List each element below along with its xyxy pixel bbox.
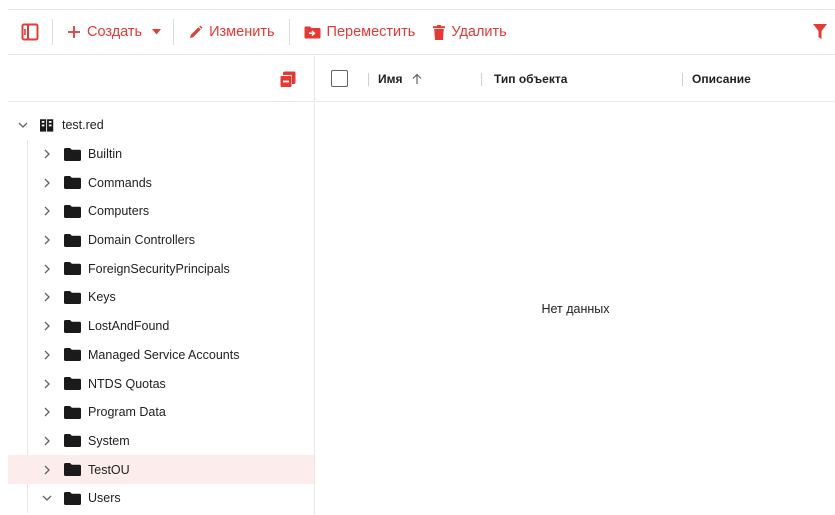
sidebar-toggle-button[interactable]: [8, 10, 52, 54]
column-header-type[interactable]: Тип объекта: [494, 56, 567, 102]
chevron-right-icon[interactable]: [40, 377, 54, 391]
tree-node[interactable]: Builtin: [8, 140, 314, 169]
tree-node[interactable]: ForeignSecurityPrincipals: [8, 254, 314, 283]
tree-node-label: Managed Service Accounts: [88, 347, 240, 362]
caret-down-icon: [152, 29, 162, 35]
edit-button-label: Изменить: [209, 24, 275, 40]
folder-icon: [64, 147, 81, 161]
folder-icon: [64, 348, 81, 362]
chevron-right-icon[interactable]: [40, 463, 54, 477]
tree-root-node[interactable]: test.red: [8, 111, 314, 140]
tree-node-label: Domain Controllers: [88, 233, 195, 248]
tree-node[interactable]: Users: [8, 484, 314, 513]
tree-node-label: Program Data: [88, 405, 166, 420]
folder-icon: [64, 262, 81, 276]
table-header: Имя Тип объекта Описание: [316, 56, 835, 102]
folder-icon: [64, 319, 81, 333]
chevron-right-icon[interactable]: [40, 290, 54, 304]
chevron-right-icon[interactable]: [40, 348, 54, 362]
tree-node[interactable]: Managed Service Accounts: [8, 341, 314, 370]
tree-node-label: Commands: [88, 175, 152, 190]
chevron-down-icon[interactable]: [40, 491, 54, 505]
tree-node-label: TestOU: [88, 462, 130, 477]
column-header-name[interactable]: Имя: [378, 56, 423, 102]
folder-icon: [64, 434, 81, 448]
sort-arrow-up-icon[interactable]: [411, 73, 423, 85]
column-divider: [481, 73, 482, 86]
pencil-icon: [190, 25, 203, 38]
chevron-right-icon[interactable]: [40, 262, 54, 276]
tree-node[interactable]: Computers: [8, 197, 314, 226]
filter-icon: [813, 24, 827, 39]
folder-icon: [64, 176, 81, 190]
objects-table: Имя Тип объекта Описание Нет данных: [316, 56, 835, 515]
column-header-description[interactable]: Описание: [692, 56, 751, 102]
tree-node-label: Computers: [88, 204, 150, 219]
tree-children: Builtin Commands Computers Domain Controlle…: [8, 139, 314, 513]
create-button-label: Создать: [87, 24, 143, 40]
tree-node-label: LostAndFound: [88, 319, 170, 334]
empty-state-text: Нет данных: [541, 302, 610, 316]
folder-icon: [64, 204, 81, 218]
folder-icon: [64, 377, 81, 391]
folder-icon: [64, 233, 81, 247]
tree-node[interactable]: Commands: [8, 168, 314, 197]
tree-panel: test.red Builtin Commands Computers Domain …: [8, 56, 315, 515]
tree-root-label: test.red: [62, 118, 104, 133]
chevron-right-icon[interactable]: [40, 319, 54, 333]
chevron-right-icon[interactable]: [40, 176, 54, 190]
sidebar-toggle-icon: [21, 23, 39, 41]
tree-node[interactable]: TestOU: [8, 455, 314, 484]
column-header-type-label: Тип объекта: [494, 72, 568, 86]
create-button[interactable]: Создать: [53, 10, 142, 54]
folder-icon: [64, 290, 81, 304]
edit-button[interactable]: Изменить: [174, 10, 288, 54]
delete-button-label: Удалить: [451, 24, 507, 40]
tree-node[interactable]: LostAndFound: [8, 312, 314, 341]
folder-icon: [64, 491, 81, 505]
chevron-right-icon[interactable]: [40, 147, 54, 161]
chevron-right-icon[interactable]: [40, 434, 54, 448]
tree-header: [8, 56, 314, 102]
column-divider: [682, 73, 683, 86]
move-folder-icon: [304, 26, 321, 38]
chevron-right-icon[interactable]: [40, 405, 54, 419]
collapse-all-button[interactable]: [279, 71, 296, 93]
tree-node-label: ForeignSecurityPrincipals: [88, 261, 230, 276]
plus-icon: [68, 26, 80, 38]
move-button-label: Переместить: [326, 24, 416, 40]
tree-node[interactable]: Program Data: [8, 398, 314, 427]
domain-icon: [40, 119, 54, 132]
tree-node-label: Users: [88, 491, 121, 506]
trash-icon: [433, 24, 446, 40]
tree-node-label: System: [88, 433, 130, 448]
tree-node-label: Builtin: [88, 147, 123, 162]
delete-button[interactable]: Удалить: [427, 10, 507, 54]
column-header-name-label: Имя: [378, 72, 403, 86]
tree-node-label: Keys: [88, 290, 116, 305]
column-divider: [368, 73, 369, 86]
select-all-checkbox[interactable]: [331, 70, 348, 87]
tree-node[interactable]: Keys: [8, 283, 314, 312]
chevron-down-icon[interactable]: [16, 118, 30, 132]
filter-button[interactable]: [813, 10, 827, 54]
chevron-right-icon[interactable]: [40, 204, 54, 218]
collapse-all-icon: [279, 71, 296, 88]
toolbar: Создать Изменить Переместить Удалить: [8, 9, 835, 55]
folder-icon: [64, 463, 81, 477]
domain-tree: test.red Builtin Commands Computers Domain …: [8, 111, 314, 513]
folder-icon: [64, 405, 81, 419]
create-dropdown-button[interactable]: [142, 10, 173, 54]
tree-node[interactable]: NTDS Quotas: [8, 369, 314, 398]
move-button[interactable]: Переместить: [290, 10, 428, 54]
tree-node[interactable]: Domain Controllers: [8, 226, 314, 255]
column-header-description-label: Описание: [692, 72, 751, 86]
chevron-right-icon[interactable]: [40, 233, 54, 247]
tree-node[interactable]: System: [8, 427, 314, 456]
tree-node-label: NTDS Quotas: [88, 376, 166, 391]
